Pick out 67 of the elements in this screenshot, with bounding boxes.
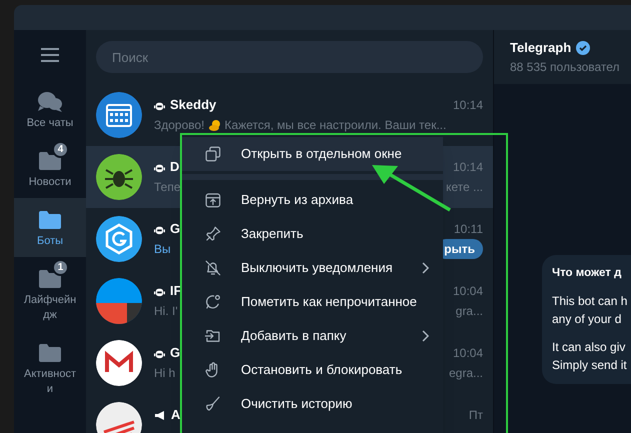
windows-icon xyxy=(204,145,222,163)
message-preview: Тепе xyxy=(154,180,181,194)
folder-tab[interactable]: Все чаты xyxy=(14,80,86,139)
chat-name: G xyxy=(170,344,180,362)
folder-icon xyxy=(38,343,62,363)
chat-time: 10:04 xyxy=(452,283,483,300)
folder-label: Новости xyxy=(28,175,72,190)
folder-label: Боты xyxy=(36,234,64,249)
message-preview: кете ... xyxy=(446,180,483,194)
folder-arrow-icon xyxy=(204,327,222,345)
spider-avatar xyxy=(96,154,142,200)
menu-item[interactable]: Очистить историю xyxy=(182,387,443,421)
chat-name: Skeddy xyxy=(170,96,216,114)
unread-count-badge: 4 xyxy=(52,141,69,158)
folder-icon xyxy=(38,269,62,289)
message-preview: Hi h xyxy=(154,366,176,380)
menu-item[interactable]: Вернуть из архива xyxy=(182,183,443,217)
tricolor-avatar xyxy=(96,278,142,324)
muted-bell-icon xyxy=(204,259,222,277)
folder-tab[interactable]: 4 Новости xyxy=(14,139,86,198)
envelope-avatar xyxy=(96,340,142,386)
chat-time: 10:11 xyxy=(454,221,483,238)
folder-tab[interactable]: Боты xyxy=(14,198,86,257)
message-preview: gra... xyxy=(456,304,483,318)
chat-name: G xyxy=(170,220,180,238)
bot-description-line: This bot can h xyxy=(552,293,628,310)
menu-item[interactable]: Добавить в папку xyxy=(182,319,443,353)
chevron-right-icon xyxy=(421,262,429,274)
message-preview: egra... xyxy=(448,366,483,380)
chat-time: 10:04 xyxy=(452,345,483,362)
chevron-right-icon xyxy=(421,330,429,342)
menu-item[interactable]: Остановить и блокировать xyxy=(182,353,443,387)
bot-description-line: Simply send it xyxy=(552,357,628,374)
chat-bubbles-icon xyxy=(37,90,63,114)
chat-title: Telegraph xyxy=(510,39,572,58)
pin-icon xyxy=(204,225,222,243)
menu-item[interactable]: Открыть в отдельном окне xyxy=(182,137,443,171)
chat-name: D xyxy=(170,158,180,176)
bot-description-line: It can also giv xyxy=(552,339,626,356)
message-preview: Здорово! xyxy=(154,118,205,132)
folder-label: Лайфчейндж xyxy=(23,293,77,323)
folder-tab[interactable]: 1 Лайфчейндж xyxy=(14,257,86,331)
folder-label: Активности xyxy=(23,367,77,397)
folder-icon xyxy=(38,151,62,171)
chat-time: 10:14 xyxy=(452,159,483,176)
box-arrow-up-icon xyxy=(204,191,222,209)
chat-name: A xyxy=(171,406,180,424)
message-preview: Hi. I' xyxy=(154,304,178,318)
sun-cloud-icon xyxy=(208,119,222,131)
menu-icon[interactable] xyxy=(40,47,60,63)
broom-icon xyxy=(204,395,222,413)
menu-item[interactable]: Пометить как непрочитанное xyxy=(182,285,443,319)
unread-count-badge: 1 xyxy=(52,259,69,276)
calendar-avatar xyxy=(96,92,142,138)
message-preview: Вы xyxy=(154,242,171,256)
folder-label: Все чаты xyxy=(26,116,74,131)
folder-tab[interactable]: Активности xyxy=(14,331,86,405)
speech-bubble-dot-icon xyxy=(204,293,222,311)
bot-info-title: Что может д xyxy=(552,266,622,281)
bot-description-line: any of your d xyxy=(552,311,622,328)
chat-time: Пт xyxy=(468,407,483,424)
search-field[interactable]: Поиск xyxy=(96,41,483,73)
folder-icon xyxy=(38,210,62,230)
message-preview: Кажется, мы все настроили. Ваши тек... xyxy=(224,118,446,132)
hexagon-g-avatar xyxy=(96,216,142,262)
megaphone-icon xyxy=(154,410,166,420)
chat-time: 10:14 xyxy=(452,97,483,114)
